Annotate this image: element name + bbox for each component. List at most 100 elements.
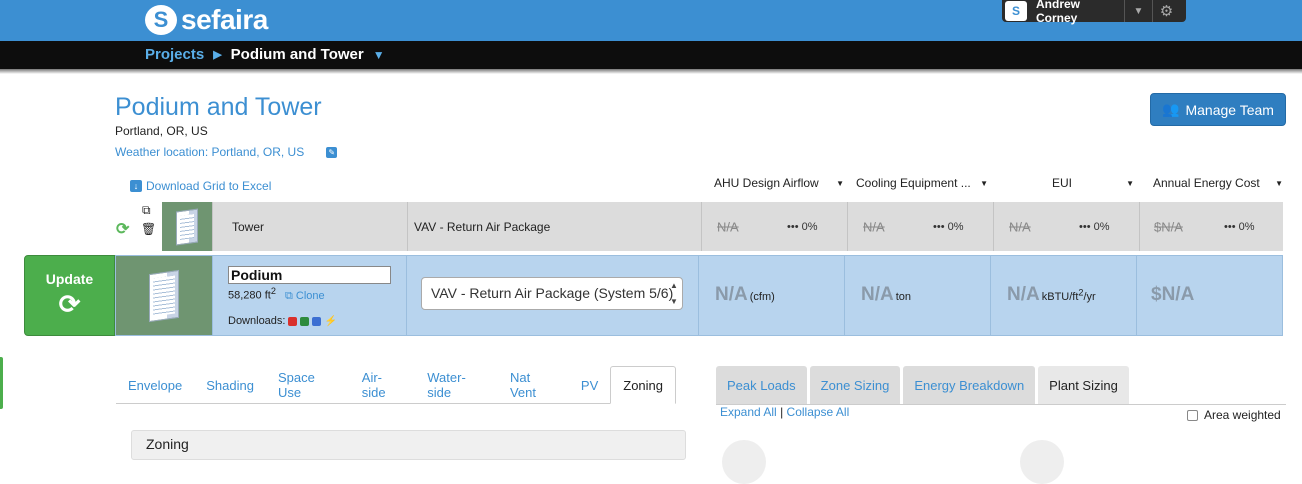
sync-icon: ⟳ xyxy=(58,289,81,319)
manage-team-label: Manage Team xyxy=(1185,101,1274,118)
table-row-selected[interactable]: Podium 58,280 ft2 ⧉ Clone Downloads: ⚡ V… xyxy=(115,255,1283,336)
chevron-down-icon: ▼ xyxy=(1126,178,1134,188)
building-area: 58,280 ft2 ⧉ Clone xyxy=(228,286,325,303)
tab-nat-vent[interactable]: Nat Vent xyxy=(498,366,569,404)
metric-percent: ••• 0% xyxy=(787,220,818,233)
column-header-label: Annual Energy Cost xyxy=(1153,176,1260,190)
building-icon xyxy=(176,207,198,246)
hvac-system-select[interactable]: VAV - Return Air Package (System 5/6) ▲ ▼ xyxy=(421,277,683,310)
tab-water-side[interactable]: Water-side xyxy=(415,366,498,404)
hvac-system: VAV - Return Air Package xyxy=(414,219,551,234)
excel-download-icon[interactable] xyxy=(300,316,310,326)
tab-energy-breakdown[interactable]: Energy Breakdown xyxy=(903,366,1036,404)
project-dropdown-icon[interactable]: ▼ xyxy=(373,48,385,62)
sefaira-logo[interactable]: S sefaira xyxy=(145,4,268,36)
metric-value: N/A xyxy=(717,219,739,234)
top-bar: S sefaira S Andrew Corney ▼ ⚙ xyxy=(0,0,1302,41)
edit-icon[interactable]: ✎ xyxy=(326,146,338,158)
chevron-down-icon[interactable]: ▼ xyxy=(1124,0,1152,22)
trash-icon[interactable]: 🗑 xyxy=(141,222,156,236)
column-header-eui[interactable]: EUI ▼ xyxy=(1052,176,1134,190)
tab-pv[interactable]: PV xyxy=(569,366,610,404)
input-tabs: Envelope Shading Space Use Air-side Wate… xyxy=(116,366,676,404)
zoning-panel-header[interactable]: Zoning xyxy=(131,430,686,460)
collapse-all-link[interactable]: Collapse All xyxy=(787,405,850,419)
metric-value: N/A ton xyxy=(861,284,912,305)
metric-cell: $N/A xyxy=(1137,256,1281,335)
tab-peak-loads[interactable]: Peak Loads xyxy=(716,366,807,404)
separator: | xyxy=(780,405,784,419)
area-weighted-toggle[interactable]: Area weighted xyxy=(1187,408,1281,422)
download-icon: ↓ xyxy=(130,180,142,192)
refresh-icon[interactable]: ⟳ xyxy=(116,219,129,239)
chevron-down-icon: ▼ xyxy=(980,178,988,188)
clone-label: Clone xyxy=(295,289,325,302)
tab-zoning[interactable]: Zoning xyxy=(610,366,676,404)
column-header-label: AHU Design Airflow xyxy=(714,176,819,190)
user-name[interactable]: Andrew Corney xyxy=(1036,0,1124,25)
tab-shading[interactable]: Shading xyxy=(194,366,266,404)
weather-location: Weather location: Portland, OR, US ✎ xyxy=(115,145,338,159)
column-header-ahu[interactable]: AHU Design Airflow ▼ xyxy=(714,176,844,190)
breadcrumb-current[interactable]: Podium and Tower xyxy=(231,46,364,63)
column-header-label: Cooling Equipment ... xyxy=(856,176,971,190)
update-label: Update xyxy=(45,271,94,287)
metric-cell: N/A ••• 0% xyxy=(702,202,848,251)
area-weighted-label: Area weighted xyxy=(1204,408,1281,422)
update-button[interactable]: Update ⟳ xyxy=(24,255,115,336)
breadcrumb-separator-icon: ▶ xyxy=(213,49,222,61)
hvac-select-value: VAV - Return Air Package (System 5/6) xyxy=(431,285,674,301)
model-download-icon[interactable] xyxy=(312,316,322,326)
area-weighted-checkbox[interactable] xyxy=(1187,409,1198,421)
breadcrumb: Projects ▶ Podium and Tower ▼ xyxy=(145,46,385,63)
tab-envelope[interactable]: Envelope xyxy=(116,366,194,404)
tower-hvac-cell: VAV - Return Air Package xyxy=(408,202,702,251)
project-location: Portland, OR, US xyxy=(115,124,208,138)
metric-cell: N/A ••• 0% xyxy=(848,202,994,251)
metric-value: $N/A xyxy=(1151,284,1195,305)
copy-icon[interactable]: ⧉ xyxy=(142,203,151,218)
column-header-label: EUI xyxy=(1052,176,1073,190)
metric-value: $N/A xyxy=(1154,219,1183,234)
user-menu[interactable]: S Andrew Corney ▼ ⚙ xyxy=(1002,0,1186,25)
pdf-download-icon[interactable] xyxy=(288,316,298,326)
logo-mark-icon: S xyxy=(145,5,177,35)
breadcrumb-bar: Projects ▶ Podium and Tower ▼ xyxy=(0,41,1302,74)
building-thumbnail xyxy=(116,256,213,335)
download-grid-link[interactable]: ↓ Download Grid to Excel xyxy=(130,179,271,193)
column-header-energy-cost[interactable]: Annual Energy Cost ▼ xyxy=(1153,176,1283,190)
tab-air-side[interactable]: Air-side xyxy=(350,366,415,404)
chevron-down-icon: ▼ xyxy=(1275,178,1283,188)
metric-cell: $N/A ••• 0% xyxy=(1140,202,1283,251)
tower-row-actions: ⟳ ⧉ 🗑 xyxy=(113,203,161,251)
results-tabs: Peak Loads Zone Sizing Energy Breakdown … xyxy=(716,366,1129,404)
metric-cell: N/A kBTU/ft2/yr xyxy=(991,256,1137,335)
metric-cell: N/A ••• 0% xyxy=(994,202,1140,251)
lightning-icon[interactable]: ⚡ xyxy=(324,316,336,327)
table-row[interactable]: Tower VAV - Return Air Package N/A ••• 0… xyxy=(162,202,1283,251)
podium-hvac-cell: VAV - Return Air Package (System 5/6) ▲ ▼ xyxy=(407,256,699,335)
expand-collapse: Expand All | Collapse All xyxy=(720,405,849,419)
gear-icon[interactable]: ⚙ xyxy=(1152,0,1180,22)
page-title: Podium and Tower xyxy=(115,93,322,121)
side-tab-handle[interactable] xyxy=(0,357,3,409)
clone-link[interactable]: ⧉ Clone xyxy=(285,290,325,302)
column-header-cooling[interactable]: Cooling Equipment ... ▼ xyxy=(856,176,988,190)
tab-space-use[interactable]: Space Use xyxy=(266,366,350,404)
weather-location-link[interactable]: Weather location: Portland, OR, US xyxy=(115,145,304,159)
expand-all-link[interactable]: Expand All xyxy=(720,405,777,419)
breadcrumb-projects[interactable]: Projects xyxy=(145,46,204,63)
downloads: Downloads: ⚡ xyxy=(228,315,337,327)
metric-percent: ••• 0% xyxy=(933,220,964,233)
building-name-input[interactable]: Podium xyxy=(228,266,391,284)
metric-cell: N/A (cfm) xyxy=(699,256,845,335)
metric-percent: ••• 0% xyxy=(1079,220,1110,233)
metric-value: N/A kBTU/ft2/yr xyxy=(1007,284,1096,305)
area-value: 58,280 ft xyxy=(228,289,271,302)
metric-value: N/A xyxy=(863,219,885,234)
tab-zone-sizing[interactable]: Zone Sizing xyxy=(809,366,901,404)
tab-plant-sizing[interactable]: Plant Sizing xyxy=(1038,366,1129,404)
manage-team-button[interactable]: 👥 Manage Team xyxy=(1150,93,1286,126)
building-name: Tower xyxy=(232,219,265,234)
users-icon: 👥 xyxy=(1162,101,1180,117)
